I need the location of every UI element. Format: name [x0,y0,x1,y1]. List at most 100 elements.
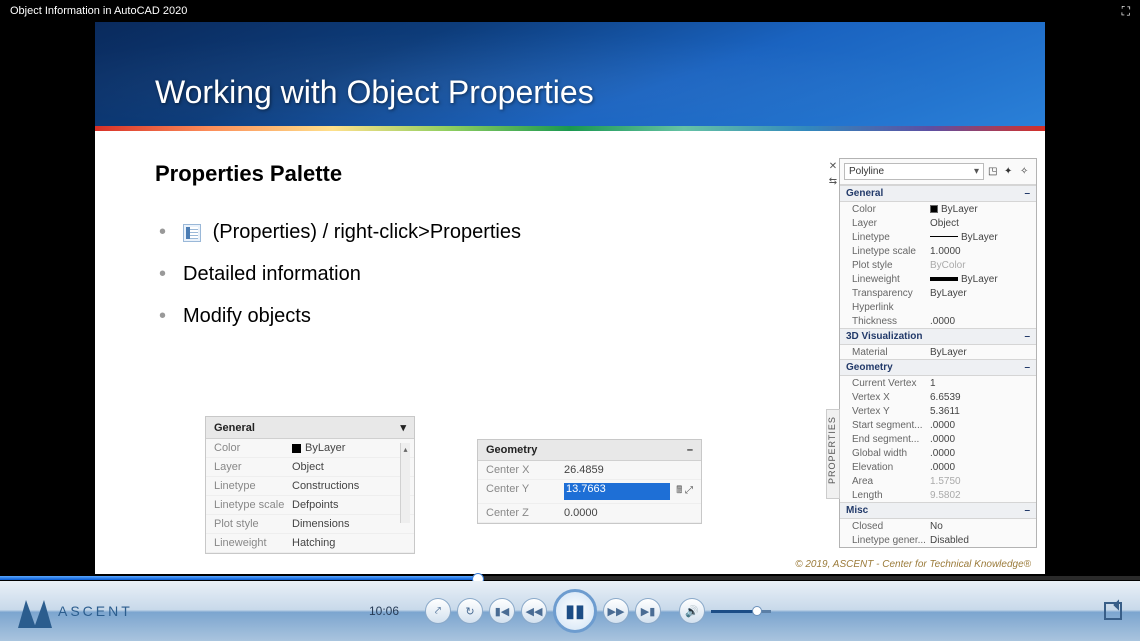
volume-slider[interactable] [711,610,771,613]
panel-row[interactable]: Linetype scaleDefpoints [206,496,414,515]
panel-row[interactable]: Center Y13.7663 🖩 ⤢ [478,480,701,504]
palette-row[interactable]: Vertex Y5.3611 [840,404,1036,418]
property-key: Elevation [852,462,930,473]
palette-row[interactable]: Vertex X6.6539 [840,390,1036,404]
collapse-icon[interactable]: – [1024,331,1030,342]
mute-button[interactable]: 🔊 [679,598,705,624]
palette-section-header[interactable]: General– [840,185,1036,202]
property-key: Center X [486,464,564,476]
calculator-icon[interactable]: 🖩 ⤢ [676,483,693,500]
property-value[interactable] [930,302,1034,313]
property-key: Length [852,490,930,501]
next-track-button[interactable]: ▶▮ [635,598,661,624]
pin-icon[interactable]: ⇆ [826,174,840,189]
palette-row[interactable]: Linetype gener...Disabled [840,533,1036,547]
property-value[interactable]: 1 [930,378,1034,389]
progress-track[interactable] [0,576,1140,580]
palette-section-header[interactable]: Geometry– [840,359,1036,376]
property-value[interactable]: 1.0000 [930,246,1034,257]
palette-row[interactable]: TransparencyByLayer [840,286,1036,300]
palette-row[interactable]: Thickness.0000 [840,314,1036,328]
palette-row[interactable]: LinetypeByLayer [840,230,1036,244]
property-value[interactable]: 5.3611 [930,406,1034,417]
scrollbar-icon[interactable]: ▴ [400,443,410,523]
panel-row[interactable]: LineweightHatching [206,534,414,553]
panel-header-geometry[interactable]: Geometry – [478,440,701,461]
property-value[interactable]: ByLayer [930,347,1034,358]
property-value[interactable]: 0.0000 [564,507,693,519]
palette-row[interactable]: Current Vertex1 [840,376,1036,390]
panel-row[interactable]: LayerObject [206,458,414,477]
property-value[interactable]: 1.5750 [930,476,1034,487]
property-value[interactable]: .0000 [930,420,1034,431]
palette-row[interactable]: ColorByLayer [840,202,1036,216]
panel-row[interactable]: ColorByLayer [206,439,414,458]
palette-row[interactable]: Global width.0000 [840,446,1036,460]
panel-row[interactable]: Center Z0.0000 [478,504,701,523]
property-value[interactable]: Constructions [292,480,406,492]
object-type-select[interactable]: Polyline [844,163,984,180]
color-swatch-icon [292,444,301,453]
palette-row[interactable]: Elevation.0000 [840,460,1036,474]
progress-fill [0,576,479,580]
rewind-button[interactable]: ◀◀ [521,598,547,624]
collapse-icon[interactable]: ▾ [400,421,406,434]
panel-row[interactable]: Plot styleDimensions [206,515,414,534]
property-value[interactable]: ByLayer [930,204,1034,215]
collapse-icon[interactable]: – [687,444,693,456]
palette-row[interactable]: LayerObject [840,216,1036,230]
property-key: Layer [852,218,930,229]
property-value[interactable]: Object [292,461,406,473]
property-value[interactable]: ByColor [930,260,1034,271]
property-value[interactable]: Defpoints [292,499,406,511]
palette-section-header[interactable]: 3D Visualization– [840,328,1036,345]
palette-row[interactable]: LineweightByLayer [840,272,1036,286]
quick-select-icon[interactable]: ✧ [1020,166,1032,178]
palette-row[interactable]: ClosedNo [840,519,1036,533]
palette-row[interactable]: Plot styleByColor [840,258,1036,272]
property-value[interactable]: .0000 [930,434,1034,445]
lineweight-icon [930,277,958,281]
property-value[interactable]: 26.4859 [564,464,693,476]
property-value[interactable]: 13.7663 [564,483,670,500]
panel-row[interactable]: Center X26.4859 [478,461,701,480]
palette-row[interactable]: Start segment....0000 [840,418,1036,432]
repeat-button[interactable]: ↻ [457,598,483,624]
play-pause-button[interactable]: ▮▮ [553,589,597,633]
toggle-pim-icon[interactable]: ◳ [988,166,1000,178]
property-value[interactable]: ByLayer [930,232,1034,243]
property-value[interactable]: ByLayer [930,288,1034,299]
palette-row[interactable]: MaterialByLayer [840,345,1036,359]
property-value[interactable]: Disabled [930,535,1034,546]
property-value[interactable]: Dimensions [292,518,406,530]
property-value[interactable]: 6.6539 [930,392,1034,403]
collapse-icon[interactable]: – [1024,188,1030,199]
prev-track-button[interactable]: ▮◀ [489,598,515,624]
fullscreen-icon[interactable]: ⛶ [1122,4,1130,19]
property-value[interactable]: 9.5802 [930,490,1034,501]
property-value[interactable]: ByLayer [930,274,1034,285]
property-value[interactable]: No [930,521,1034,532]
palette-section-header[interactable]: Misc– [840,502,1036,519]
property-value[interactable]: ByLayer [292,442,406,454]
close-icon[interactable]: ✕ [826,159,840,174]
palette-row[interactable]: Hyperlink [840,300,1036,314]
property-value[interactable]: .0000 [930,462,1034,473]
panel-header-general[interactable]: General ▾ [206,417,414,439]
property-value[interactable]: Hatching [292,537,406,549]
forward-button[interactable]: ▶▶ [603,598,629,624]
palette-row[interactable]: Linetype scale1.0000 [840,244,1036,258]
property-value[interactable]: .0000 [930,448,1034,459]
collapse-icon[interactable]: – [1024,505,1030,516]
popout-button[interactable] [1104,602,1122,620]
palette-row[interactable]: End segment....0000 [840,432,1036,446]
property-value[interactable]: Object [930,218,1034,229]
select-objects-icon[interactable]: ✦ [1004,166,1016,178]
panel-row[interactable]: LinetypeConstructions [206,477,414,496]
palette-row[interactable]: Length9.5802 [840,488,1036,502]
collapse-icon[interactable]: – [1024,362,1030,373]
palette-row[interactable]: Area1.5750 [840,474,1036,488]
property-value[interactable]: .0000 [930,316,1034,327]
shuffle-button[interactable]: ⤤ [425,598,451,624]
volume-thumb[interactable] [752,606,762,616]
